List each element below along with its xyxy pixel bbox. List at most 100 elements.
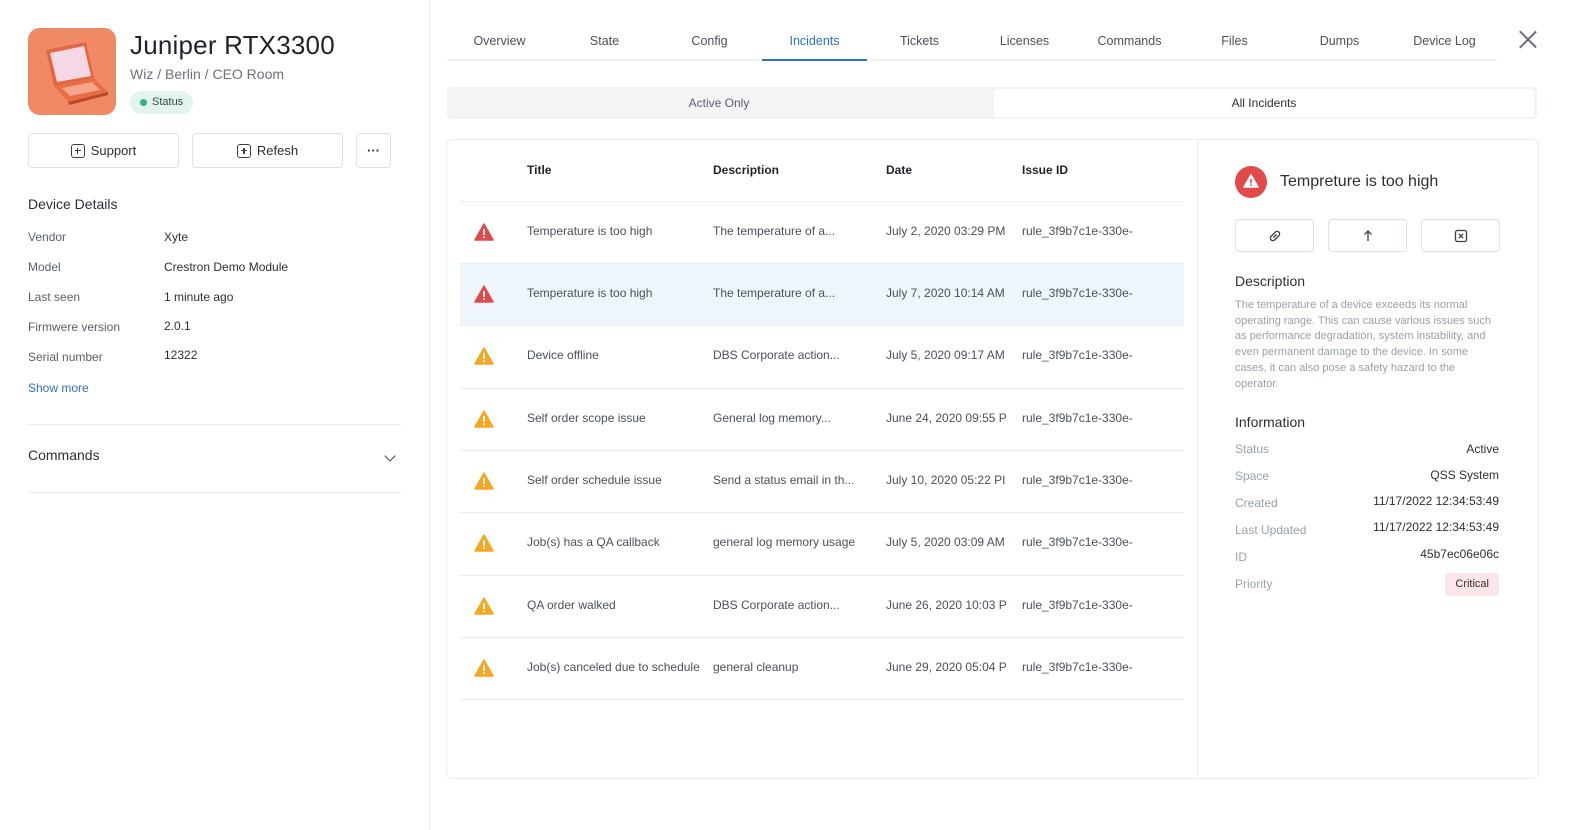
cell-issue-id: rule_3f9b7c1e-330e-: [1022, 598, 1133, 612]
info-row-priority: Priority Critical: [1235, 573, 1499, 596]
cell-title: Job(s) has a QA callback: [527, 535, 660, 549]
incident-filter-toggle: Active Only All Incidents: [447, 87, 1537, 119]
warning-icon: [474, 534, 494, 552]
info-row-created: Created 11/17/2022 12:34:53:49: [1235, 494, 1499, 512]
device-breadcrumb: Wiz / Berlin / CEO Room: [130, 66, 285, 82]
close-icon[interactable]: [1518, 30, 1538, 50]
info-value: 45b7ec06e06c: [1420, 547, 1499, 561]
cell-date: July 10, 2020 05:22 PI: [886, 473, 1006, 487]
critical-alert-icon: [1235, 166, 1267, 198]
cell-issue-id: rule_3f9b7c1e-330e-: [1022, 224, 1133, 238]
commands-accordion[interactable]: Commands: [28, 447, 402, 469]
table-row[interactable]: Job(s) canceled due to schedule general …: [460, 637, 1184, 699]
status-badge: Status: [130, 91, 194, 114]
device-details-heading: Device Details: [28, 196, 118, 212]
table-row[interactable]: Temperature is too high The temperature …: [460, 201, 1184, 263]
info-row-id: ID 45b7ec06e06c: [1235, 547, 1499, 566]
info-value: Active: [1466, 442, 1499, 456]
incident-detail-title: Tempreture is too high: [1280, 173, 1439, 190]
table-row[interactable]: Device offline DBS Corporate action... J…: [460, 325, 1184, 387]
support-button[interactable]: Support: [28, 133, 179, 168]
cell-issue-id: rule_3f9b7c1e-330e-: [1022, 473, 1133, 487]
ellipsis-icon: ···: [367, 143, 380, 158]
refresh-button[interactable]: Refesh: [192, 133, 343, 168]
info-key: Space: [1235, 469, 1270, 483]
device-thumbnail: [28, 28, 116, 115]
detail-value: 12322: [164, 348, 198, 362]
detail-value: Crestron Demo Module: [164, 260, 289, 274]
show-more-link[interactable]: Show more: [28, 381, 89, 395]
warning-triangle-icon: [1243, 174, 1259, 188]
cell-description: The temperature of a...: [713, 224, 836, 238]
tab-config[interactable]: Config: [657, 22, 762, 59]
warning-icon: [474, 472, 494, 490]
refresh-button-label: Refesh: [256, 143, 299, 158]
cell-description: general log memory usage: [713, 535, 856, 549]
critical-alert-icon: [474, 223, 494, 241]
detail-key: Serial number: [28, 350, 103, 364]
chevron-down-icon: [384, 450, 396, 462]
support-button-label: Support: [90, 143, 137, 158]
information-heading: Information: [1235, 414, 1306, 430]
cell-date: July 5, 2020 03:09 AM: [886, 535, 1005, 549]
filter-all-incidents[interactable]: All Incidents: [994, 89, 1534, 117]
info-row-last-updated: Last Updated 11/17/2022 12:34:53:49: [1235, 520, 1499, 539]
cell-date: June 24, 2020 09:55 P: [886, 411, 1007, 425]
cell-description: DBS Corporate action...: [713, 348, 840, 362]
info-key: Created: [1235, 496, 1278, 510]
info-row-space: Space QSS System: [1235, 468, 1499, 485]
detail-key: Firmwere version: [28, 320, 121, 334]
status-label: Status: [152, 96, 184, 108]
cell-issue-id: rule_3f9b7c1e-330e-: [1022, 348, 1133, 362]
cell-description: General log memory...: [713, 411, 831, 425]
info-key: Priority: [1235, 577, 1273, 591]
cell-title: Temperature is too high: [527, 286, 653, 300]
cell-issue-id: rule_3f9b7c1e-330e-: [1022, 660, 1133, 674]
tab-files[interactable]: Files: [1182, 22, 1287, 59]
table-row[interactable]: Self order schedule issue Send a status …: [460, 450, 1184, 512]
cell-issue-id: rule_3f9b7c1e-330e-: [1022, 411, 1133, 425]
table-row[interactable]: Job(s) has a QA callback general log mem…: [460, 512, 1184, 574]
plus-square-icon: [70, 143, 85, 158]
divider: [28, 492, 402, 493]
tab-commands[interactable]: Commands: [1077, 22, 1182, 59]
cell-date: June 29, 2020 05:04 P: [886, 660, 1007, 674]
filter-active-only[interactable]: Active Only: [449, 89, 989, 117]
status-dot-icon: [140, 99, 147, 106]
cell-title: Job(s) canceled due to schedule: [527, 660, 700, 674]
table-row-selected[interactable]: Temperature is too high The temperature …: [460, 263, 1184, 325]
tab-device-log[interactable]: Device Log: [1392, 22, 1497, 59]
cell-description: Send a status email in th...: [713, 473, 855, 487]
plus-square-icon: [236, 143, 251, 158]
dismiss-button[interactable]: [1421, 219, 1500, 252]
link-button[interactable]: [1235, 219, 1314, 252]
tab-incidents[interactable]: Incidents: [762, 22, 867, 61]
info-key: Last Updated: [1235, 523, 1307, 537]
arrow-up-icon: [1363, 229, 1372, 241]
table-row[interactable]: Self order scope issue General log memor…: [460, 388, 1184, 450]
panel-divider: [1197, 140, 1198, 778]
tab-licenses[interactable]: Licenses: [972, 22, 1077, 59]
info-key: ID: [1235, 550, 1247, 564]
table-row[interactable]: QA order walked DBS Corporate action... …: [460, 575, 1184, 637]
detail-value: Xyte: [164, 230, 189, 244]
cell-date: July 7, 2020 10:14 AM: [886, 286, 1005, 300]
tab-dumps[interactable]: Dumps: [1287, 22, 1392, 59]
warning-icon: [474, 347, 494, 365]
more-options-button[interactable]: ···: [356, 133, 391, 168]
critical-alert-icon: [474, 285, 494, 303]
tab-tickets[interactable]: Tickets: [867, 22, 972, 59]
commands-heading: Commands: [28, 447, 100, 463]
column-header-description: Description: [713, 163, 780, 177]
info-value: 11/17/2022 12:34:53:49: [1373, 494, 1499, 508]
warning-icon: [474, 659, 494, 677]
cell-title: QA order walked: [527, 598, 616, 612]
column-header-title: Title: [527, 163, 552, 177]
tab-bar: Overview State Config Incidents Tickets …: [447, 22, 1497, 61]
tab-overview[interactable]: Overview: [447, 22, 552, 59]
column-header-issue-id: Issue ID: [1022, 163, 1069, 177]
detail-key: Model: [28, 260, 61, 274]
tab-state[interactable]: State: [552, 22, 657, 59]
escalate-button[interactable]: [1328, 219, 1407, 252]
warning-icon: [474, 597, 494, 615]
